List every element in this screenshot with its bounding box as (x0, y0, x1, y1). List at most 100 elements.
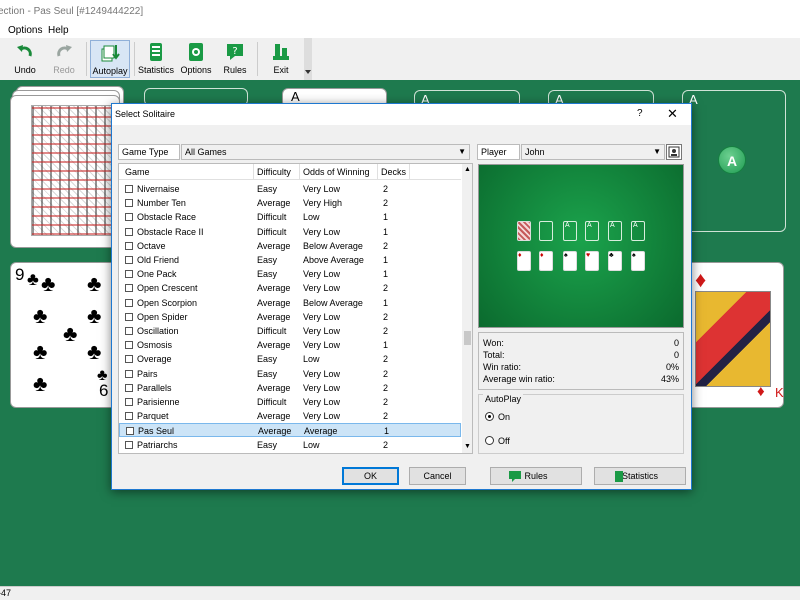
favorite-checkbox[interactable] (125, 256, 133, 264)
favorite-checkbox[interactable] (125, 298, 133, 307)
game-row[interactable]: Obstacle Race II Difficult Very Low 1 (119, 225, 461, 239)
statistics-button[interactable]: Statistics (137, 40, 175, 78)
game-row[interactable]: Old Friend Easy Above Average 1 (119, 253, 461, 267)
game-difficulty: Easy (257, 255, 278, 265)
undo-button[interactable]: Undo (6, 40, 44, 78)
favorite-checkbox[interactable] (126, 427, 134, 436)
game-row[interactable]: Overage Easy Low 2 (119, 352, 461, 366)
game-row[interactable]: Open Spider Average Very Low 2 (119, 310, 461, 324)
column-header-decks[interactable]: Decks (381, 167, 406, 181)
favorite-checkbox[interactable] (125, 341, 133, 350)
favorite-checkbox[interactable] (125, 327, 133, 335)
game-decks: 1 (383, 340, 389, 351)
game-row[interactable]: Open Crescent Average Very Low 2 (119, 281, 461, 295)
scroll-down-icon[interactable]: ▼ (464, 443, 471, 450)
column-header-game[interactable]: Game (125, 167, 150, 181)
player-label: Player (477, 144, 520, 160)
radio-dot-selected (485, 412, 494, 421)
game-decks: 1 (383, 212, 389, 223)
favorite-checkbox[interactable] (125, 398, 133, 406)
scrollbar-thumb[interactable] (464, 331, 471, 345)
game-row[interactable]: Oscillation Difficult Very Low 2 (119, 324, 461, 338)
exit-icon (273, 44, 289, 60)
toolbar-separator (134, 42, 135, 76)
card-rank: 6 (99, 381, 109, 400)
game-row[interactable]: Open Scorpion Average Below Average 1 (119, 296, 461, 310)
game-row[interactable]: Octave Average Below Average 2 (119, 239, 461, 253)
tableau-card-king-of-diamonds[interactable]: ♦ ♦ K (680, 262, 784, 408)
vertical-scrollbar[interactable]: ▲ ▼ (462, 164, 472, 453)
game-row[interactable]: Patriarchs Easy Low 2 (119, 438, 461, 452)
autoplay-off-radio[interactable]: Off (485, 435, 575, 447)
stock-pile[interactable] (10, 95, 125, 248)
club-icon: ♣ (87, 303, 102, 328)
favorite-checkbox[interactable] (125, 440, 133, 449)
menu-options[interactable]: Options (8, 25, 42, 36)
game-row[interactable]: Osmosis Average Very Low 1 (119, 338, 461, 352)
game-name: Open Scorpion (137, 297, 198, 308)
game-odds: Very Low (303, 184, 341, 194)
favorite-checkbox[interactable] (125, 213, 133, 222)
statistics-button[interactable]: Statistics (594, 467, 686, 485)
preview-tableau-card: ♥ (585, 251, 599, 271)
game-row[interactable]: Nivernaise Easy Very Low 2 (119, 182, 461, 196)
game-type-select[interactable]: All Games ▼ (181, 144, 470, 160)
close-icon[interactable]: ✕ (667, 106, 678, 122)
preview-foundation-slot: A (563, 221, 577, 241)
game-row[interactable]: Pas Seul Average Average 1 (119, 423, 461, 438)
game-name: Patriarchs (137, 439, 178, 450)
favorite-checkbox[interactable] (125, 412, 133, 421)
favorite-checkbox[interactable] (125, 185, 133, 193)
player-select[interactable]: John ▼ (521, 144, 665, 160)
game-decks: 1 (383, 255, 389, 265)
column-header-difficulty[interactable]: Difficulty (257, 167, 291, 181)
autoplay-button[interactable]: Autoplay (90, 40, 130, 78)
game-odds: Very Low (303, 382, 341, 393)
favorite-checkbox[interactable] (125, 369, 133, 378)
favorite-checkbox[interactable] (125, 383, 133, 392)
game-row[interactable]: One Pack Easy Very Low 1 (119, 267, 461, 281)
ace-badge[interactable]: A (718, 146, 746, 174)
stat-average-win-ratio: Average win ratio: 43% (483, 374, 679, 384)
favorite-checkbox[interactable] (125, 312, 133, 321)
chevron-down-icon: ▼ (458, 147, 466, 156)
column-header-odds[interactable]: Odds of Winning (303, 167, 370, 181)
favorite-checkbox[interactable] (125, 199, 133, 208)
menu-help[interactable]: Help (48, 25, 69, 36)
select-solitaire-dialog: Select Solitaire ? ✕ Game Type All Games… (111, 103, 692, 490)
favorite-checkbox[interactable] (125, 270, 133, 279)
favorite-checkbox[interactable] (125, 241, 133, 250)
options-button[interactable]: Options (178, 40, 214, 78)
scroll-up-icon[interactable]: ▲ (464, 166, 471, 173)
ok-button[interactable]: OK (342, 467, 399, 485)
game-row[interactable]: Number Ten Average Very High 2 (119, 196, 461, 210)
help-icon[interactable]: ? (637, 108, 643, 119)
favorite-checkbox[interactable] (125, 355, 133, 364)
redo-button[interactable]: Redo (46, 40, 82, 78)
edit-players-button[interactable] (666, 144, 682, 160)
game-row[interactable]: Parisienne Difficult Very Low 2 (119, 395, 461, 409)
game-row[interactable]: Obstacle Race Difficult Low 1 (119, 210, 461, 224)
rules-button[interactable]: ? Rules (218, 40, 252, 78)
toolbar-separator (86, 42, 87, 76)
game-odds: Low (303, 354, 320, 365)
king-face-art (695, 291, 771, 387)
tableau-card-nine-of-clubs[interactable]: 9 ♣ ♣ ♣ ♣ ♣ ♣ ♣ ♣ ♣ ♣ 6 (10, 262, 120, 408)
favorite-checkbox[interactable] (125, 284, 133, 293)
exit-button[interactable]: Exit (264, 40, 298, 78)
game-row[interactable]: Parallels Average Very Low 2 (119, 381, 461, 395)
autoplay-on-radio[interactable]: On (485, 411, 575, 423)
game-name: Obstacle Race (137, 212, 197, 223)
game-odds: Very Low (303, 397, 341, 407)
game-row[interactable]: Parquet Average Very Low 2 (119, 409, 461, 423)
games-list[interactable]: Game Difficulty Odds of Winning Decks Ni… (118, 163, 473, 454)
rules-button[interactable]: Rules (490, 467, 582, 485)
game-name: Pairs (137, 368, 158, 379)
game-name: Obstacle Race II (137, 226, 204, 237)
game-difficulty: Easy (257, 184, 278, 194)
favorite-checkbox[interactable] (125, 227, 133, 236)
game-row[interactable]: Pairs Easy Very Low 2 (119, 367, 461, 381)
club-icon: ♣ (63, 321, 78, 346)
cancel-button[interactable]: Cancel (409, 467, 466, 485)
toolbar-overflow-button[interactable] (304, 38, 312, 80)
